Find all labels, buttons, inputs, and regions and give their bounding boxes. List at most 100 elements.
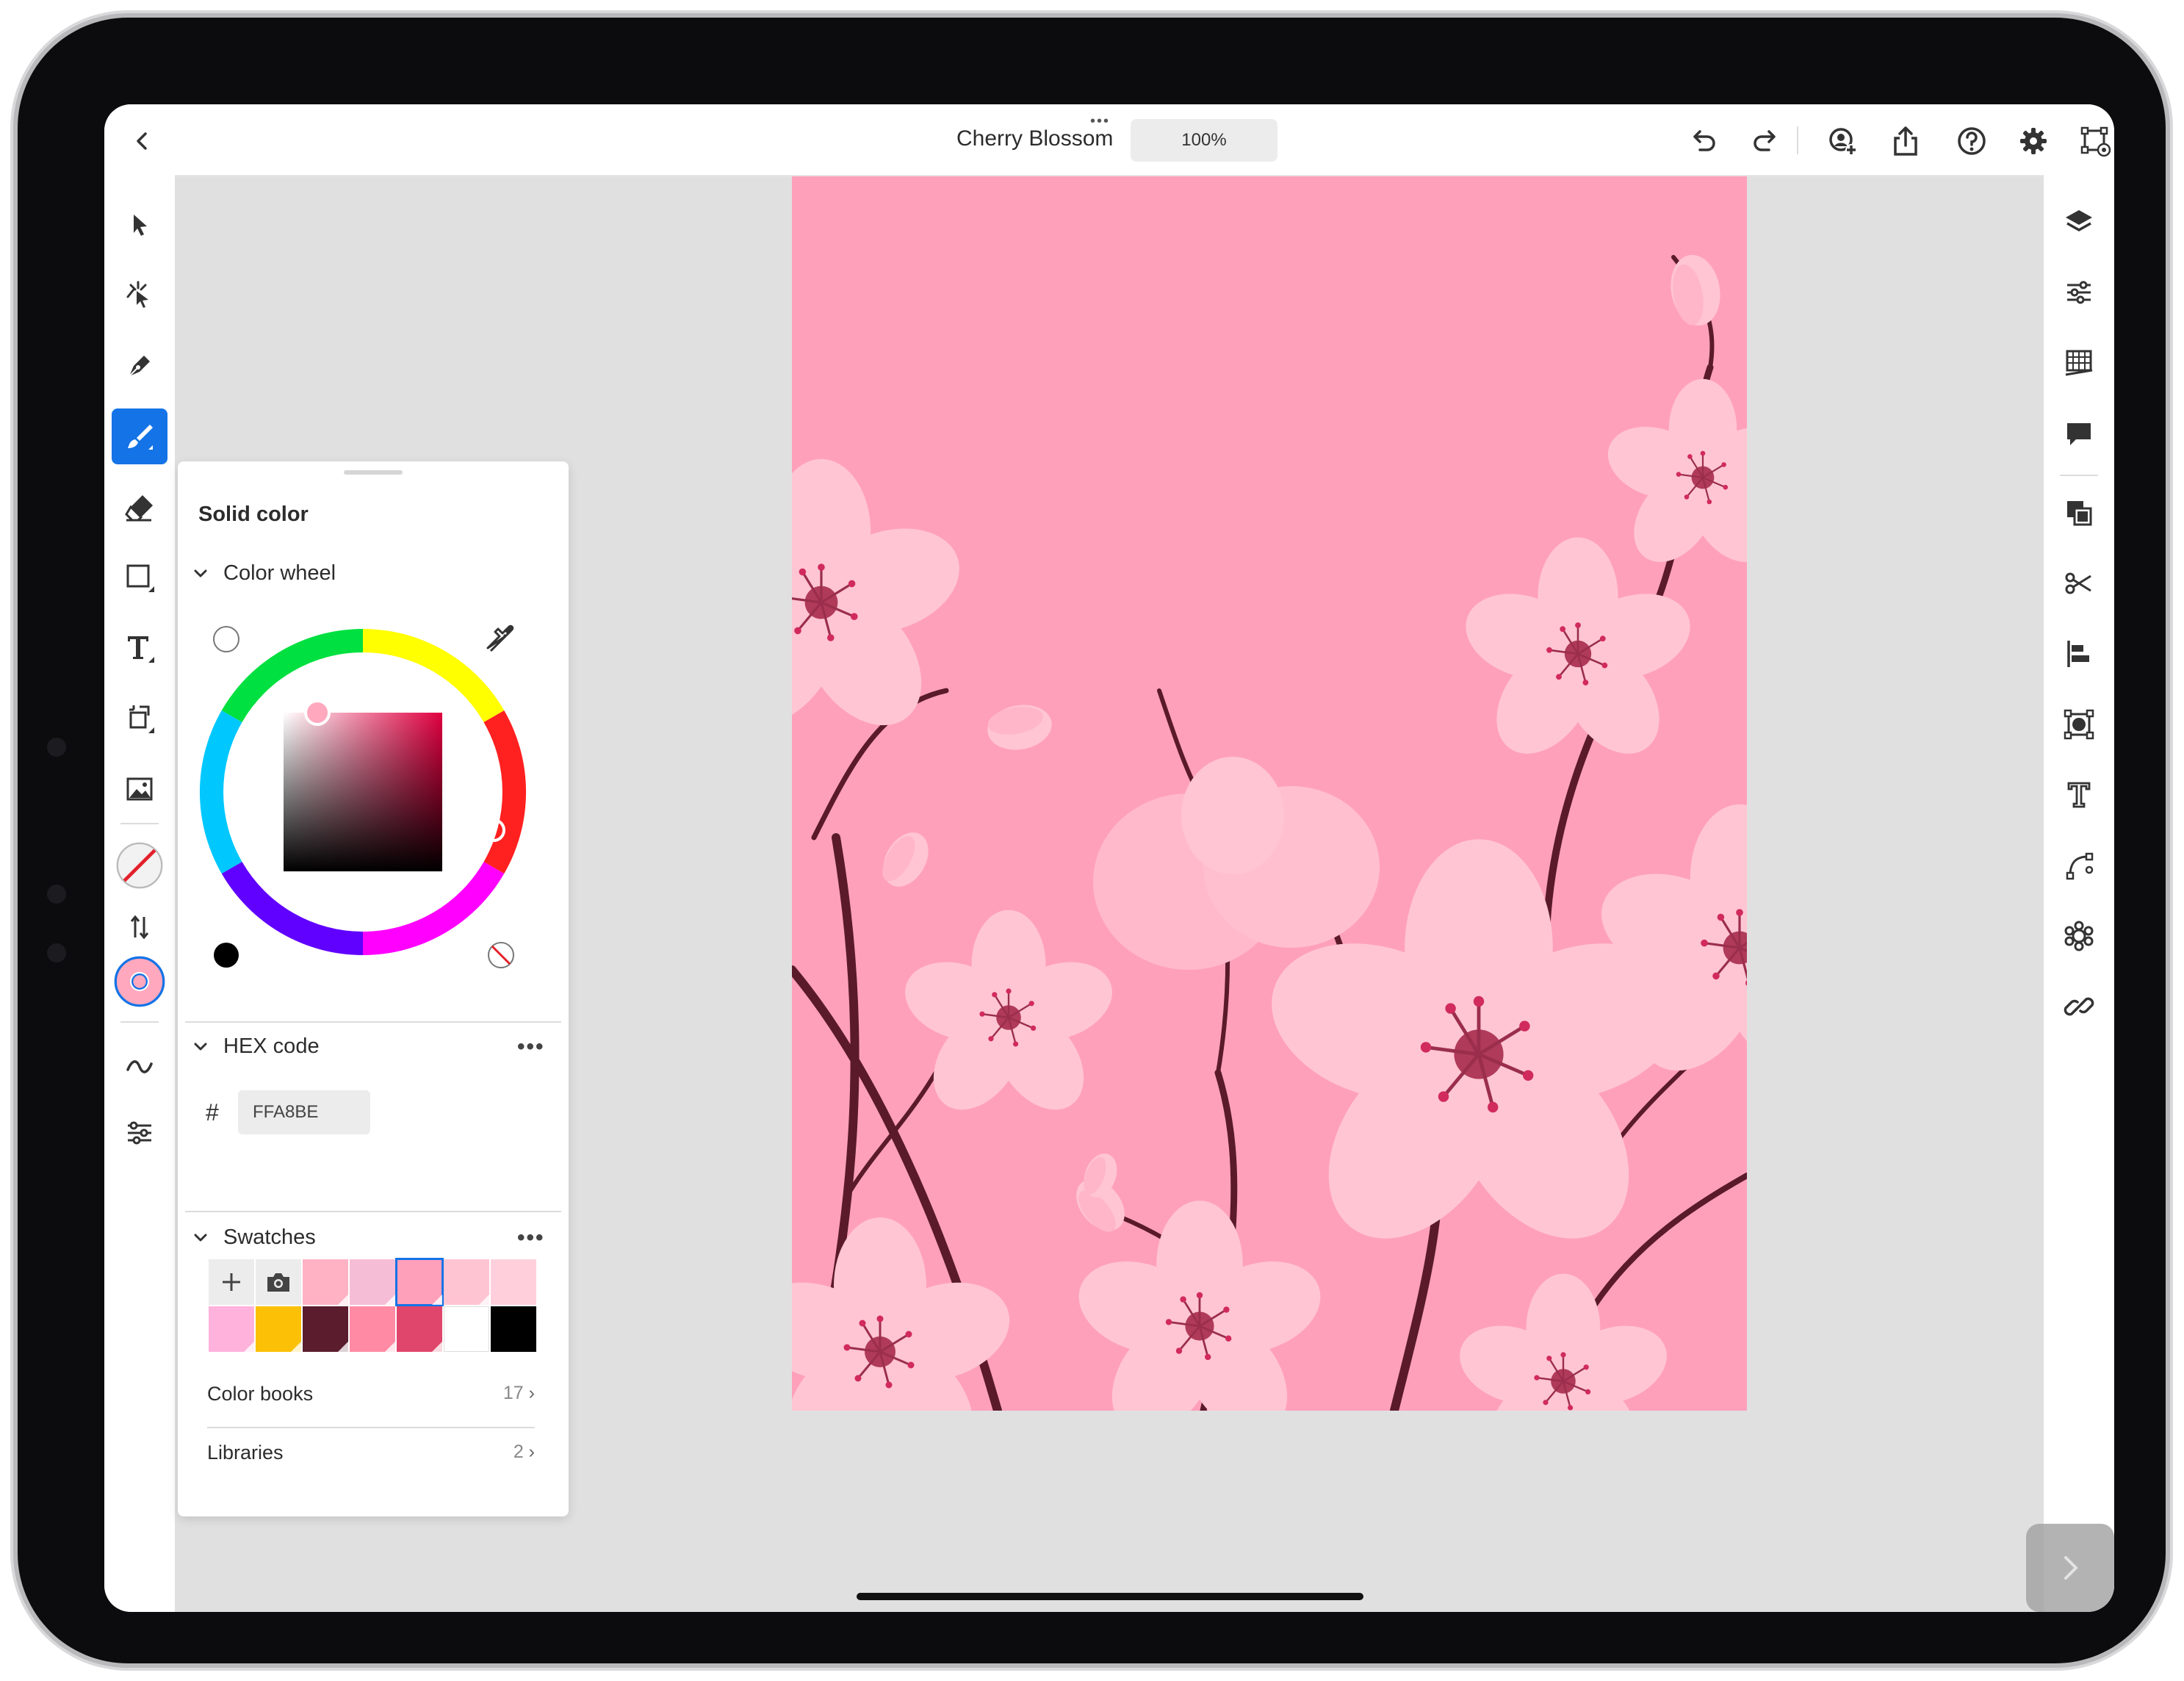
hex-hash: # [206, 1099, 219, 1126]
swatch-grid [209, 1258, 536, 1352]
mask-icon[interactable] [2061, 707, 2097, 742]
swatch[interactable] [350, 1306, 395, 1352]
panel-handle[interactable] [344, 470, 403, 475]
swatch[interactable] [303, 1259, 348, 1305]
scissors-icon[interactable] [2061, 566, 2097, 601]
zoom-level[interactable]: 100% [1131, 119, 1277, 162]
image-tool-icon[interactable] [112, 761, 167, 817]
swatch[interactable] [350, 1259, 395, 1305]
panel-divider [185, 1021, 561, 1023]
transform-tool-icon[interactable] [112, 691, 167, 746]
libraries-label: Libraries [207, 1441, 284, 1464]
panel-divider [185, 1211, 561, 1212]
help-icon[interactable] [1954, 123, 1989, 159]
libraries-count: 2 [513, 1441, 524, 1462]
back-icon[interactable] [125, 123, 160, 159]
swatch[interactable] [256, 1306, 301, 1352]
hex-input[interactable]: FFA8BE [238, 1090, 370, 1134]
color-books-count: 17 [502, 1383, 524, 1403]
add-swatch-button[interactable] [209, 1259, 254, 1305]
color-wheel-label: Color wheel [223, 561, 336, 585]
link-icon[interactable] [2061, 989, 2097, 1024]
view-icon[interactable] [2077, 123, 2113, 159]
black-swatch-icon [214, 943, 239, 968]
swatch[interactable] [444, 1306, 489, 1352]
right-toolbar [2044, 175, 2114, 1612]
swatches-section-header[interactable]: Swatches [190, 1225, 316, 1250]
libraries-row[interactable]: Libraries 2 › [207, 1441, 535, 1464]
layers-icon[interactable] [2061, 204, 2097, 240]
left-toolbar [104, 175, 175, 1612]
camera-icon [267, 1273, 289, 1292]
path-icon[interactable] [2061, 848, 2097, 883]
hex-label: HEX code [223, 1034, 320, 1058]
color-wheel-section-header[interactable]: Color wheel [190, 561, 336, 586]
swatch[interactable] [491, 1259, 536, 1305]
chevron-down-icon [194, 1234, 207, 1241]
swap-colors-icon[interactable] [112, 899, 167, 955]
color-wheel[interactable] [192, 623, 530, 983]
undo-icon[interactable] [1685, 123, 1720, 159]
direct-select-tool-icon[interactable] [112, 267, 167, 323]
swatch[interactable] [303, 1306, 348, 1352]
color-picker-icon[interactable] [112, 954, 167, 1009]
align-icon[interactable] [2061, 636, 2097, 672]
text-tool-icon[interactable] [112, 620, 167, 676]
chevron-right-icon: › [528, 1441, 535, 1462]
share-icon[interactable] [1888, 123, 1923, 159]
capture-swatch-button[interactable] [256, 1259, 301, 1305]
arrange-icon[interactable] [2061, 495, 2097, 530]
top-bar: ••• Cherry Blossom 100% [104, 104, 2114, 176]
swatch[interactable] [444, 1259, 489, 1305]
settings-icon[interactable] [2016, 123, 2051, 159]
color-panel: Solid color Color wheel HEX code ••• # F… [178, 461, 569, 1516]
smooth-tool-icon[interactable] [112, 1039, 167, 1095]
no-color-icon [488, 942, 514, 968]
color-books-label: Color books [207, 1383, 314, 1405]
swatch-selected[interactable] [395, 1258, 444, 1306]
swatch[interactable] [491, 1306, 536, 1352]
chevron-down-icon [194, 569, 207, 577]
pen-tool-icon[interactable] [112, 338, 167, 394]
camera-dot [47, 885, 66, 904]
color-books-row[interactable]: Color books 17 › [207, 1383, 535, 1405]
grid-icon[interactable] [2061, 345, 2097, 381]
eyedropper-icon [486, 624, 514, 652]
ipad-frame: ••• Cherry Blossom 100% Solid color Colo… [18, 18, 2166, 1663]
artboard[interactable] [792, 176, 1747, 1411]
next-button[interactable] [2026, 1524, 2114, 1612]
eraser-tool-icon[interactable] [112, 479, 167, 535]
toolbar-divider [120, 823, 159, 824]
shape-tool-icon[interactable] [112, 550, 167, 605]
pattern-icon[interactable] [2061, 918, 2097, 954]
swatches-more-icon[interactable]: ••• [517, 1225, 545, 1250]
camera-dot [47, 943, 66, 962]
chevron-right-icon: › [528, 1383, 535, 1403]
toolbar-divider [120, 1021, 159, 1023]
redo-icon[interactable] [1748, 123, 1784, 159]
swatch[interactable] [209, 1306, 254, 1352]
panel-divider [207, 1427, 535, 1428]
camera-dot [47, 738, 66, 757]
home-indicator[interactable] [857, 1593, 1363, 1600]
toolbar-divider [1797, 126, 1798, 154]
swatch[interactable] [397, 1306, 442, 1352]
invite-icon[interactable] [1825, 123, 1860, 159]
swatches-label: Swatches [223, 1225, 316, 1249]
document-title[interactable]: Cherry Blossom [956, 126, 1113, 151]
hex-section-header[interactable]: HEX code [190, 1034, 320, 1059]
fill-stroke-icon[interactable] [112, 838, 167, 893]
brush-tool-icon[interactable] [112, 408, 167, 464]
title-grip[interactable]: ••• [1090, 114, 1110, 129]
comments-icon[interactable] [2061, 416, 2097, 451]
hex-more-icon[interactable]: ••• [517, 1034, 545, 1059]
screen: ••• Cherry Blossom 100% Solid color Colo… [104, 104, 2114, 1612]
type-icon[interactable] [2061, 777, 2097, 813]
panel-title: Solid color [198, 503, 309, 526]
chevron-down-icon [194, 1043, 207, 1050]
plus-icon [223, 1273, 240, 1291]
toolbar-divider [2060, 475, 2098, 476]
select-tool-icon[interactable] [112, 197, 167, 253]
properties-icon[interactable] [2061, 275, 2097, 310]
brush-settings-icon[interactable] [112, 1105, 167, 1161]
